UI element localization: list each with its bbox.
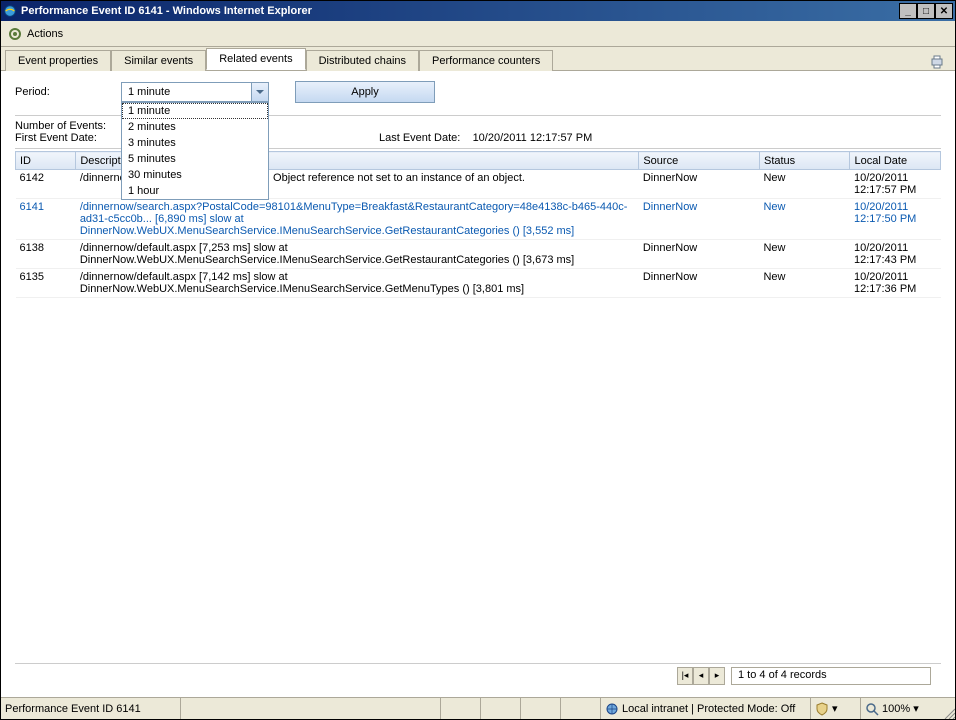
chevron-down-icon [256, 90, 264, 94]
status-cell [441, 698, 481, 719]
period-dropdown-list: 1 minute 2 minutes 3 minutes 5 minutes 3… [121, 102, 269, 200]
internet-zone-icon [605, 702, 619, 716]
period-option[interactable]: 5 minutes [122, 151, 268, 167]
cell-source: DinnerNow [639, 199, 760, 240]
cell-status: New [759, 240, 849, 269]
period-option[interactable]: 1 hour [122, 183, 268, 199]
cell-description: /dinnernow/default.aspx [7,142 ms] slow … [76, 269, 639, 298]
cell-source: DinnerNow [639, 240, 760, 269]
content-area: Event properties Similar events Related … [1, 47, 955, 697]
pager-first-button[interactable]: |◂ [677, 667, 693, 685]
period-select[interactable]: 1 minute 1 minute 2 minutes 3 minutes 5 … [121, 82, 269, 102]
period-selected-value: 1 minute [122, 86, 251, 98]
cell-status: New [759, 170, 849, 199]
status-cell [521, 698, 561, 719]
related-events-panel: Period: 1 minute 1 minute 2 minutes 3 mi… [1, 71, 955, 697]
tab-related-events[interactable]: Related events [206, 48, 305, 70]
cell-date: 10/20/2011 12:17:50 PM [850, 199, 941, 240]
cell-status: New [759, 199, 849, 240]
maximize-button[interactable]: □ [917, 3, 935, 19]
status-zone-text: Local intranet | Protected Mode: Off [622, 703, 795, 715]
cell-description: /dinnernow/search.aspx?PostalCode=98101&… [76, 199, 639, 240]
last-event-date: 10/20/2011 12:17:57 PM [473, 132, 593, 144]
window-title: Performance Event ID 6141 - Windows Inte… [21, 5, 899, 17]
status-security[interactable]: ▾ [811, 698, 861, 719]
cell-id: 6142 [16, 170, 76, 199]
cell-source: DinnerNow [639, 269, 760, 298]
cell-date: 10/20/2011 12:17:57 PM [850, 170, 941, 199]
table-row[interactable]: 6141/dinnernow/search.aspx?PostalCode=98… [16, 199, 941, 240]
ie-icon [3, 4, 17, 18]
cell-source: DinnerNow [639, 170, 760, 199]
col-header-source[interactable]: Source [639, 152, 760, 170]
cell-date: 10/20/2011 12:17:36 PM [850, 269, 941, 298]
tab-performance-counters[interactable]: Performance counters [419, 50, 553, 71]
cell-description: /dinnernow/default.aspx [7,253 ms] slow … [76, 240, 639, 269]
tab-similar-events[interactable]: Similar events [111, 50, 206, 71]
print-icon[interactable] [929, 54, 945, 70]
actions-toolbar: Actions [1, 21, 955, 47]
minimize-button[interactable]: _ [899, 3, 917, 19]
status-zone: Local intranet | Protected Mode: Off [601, 698, 811, 719]
zoom-icon [865, 702, 879, 716]
period-option[interactable]: 3 minutes [122, 135, 268, 151]
cell-date: 10/20/2011 12:17:43 PM [850, 240, 941, 269]
num-events-label: Number of Events: [15, 120, 133, 132]
period-label: Period: [15, 86, 115, 98]
dropdown-arrow[interactable] [251, 83, 268, 101]
cell-id: 6141 [16, 199, 76, 240]
tabs: Event properties Similar events Related … [1, 47, 955, 71]
cell-id: 6135 [16, 269, 76, 298]
tab-distributed-chains[interactable]: Distributed chains [306, 50, 419, 71]
close-button[interactable]: ✕ [935, 3, 953, 19]
gear-icon [7, 26, 23, 42]
status-cell [481, 698, 521, 719]
first-event-label: First Event Date: [15, 132, 133, 144]
status-zoom-text: 100% [882, 703, 910, 715]
cell-status: New [759, 269, 849, 298]
apply-button[interactable]: Apply [295, 81, 435, 103]
col-header-status[interactable]: Status [759, 152, 849, 170]
period-display[interactable]: 1 minute [121, 82, 269, 102]
status-page: Performance Event ID 6141 [1, 698, 181, 719]
pager: |◂ ◂ ▸ 1 to 4 of 4 records [15, 663, 941, 687]
pager-prev-button[interactable]: ◂ [693, 667, 709, 685]
last-event-label: Last Event Date: [379, 132, 460, 144]
filter-row: Period: 1 minute 1 minute 2 minutes 3 mi… [15, 81, 941, 103]
statusbar: Performance Event ID 6141 Local intranet… [1, 697, 955, 719]
pager-next-button[interactable]: ▸ [709, 667, 725, 685]
tab-event-properties[interactable]: Event properties [5, 50, 111, 71]
table-row[interactable]: 6138/dinnernow/default.aspx [7,253 ms] s… [16, 240, 941, 269]
table-row[interactable]: 6135/dinnernow/default.aspx [7,142 ms] s… [16, 269, 941, 298]
status-spacer [181, 698, 441, 719]
shield-icon [815, 702, 829, 716]
resize-grip[interactable] [941, 698, 955, 719]
window-titlebar: Performance Event ID 6141 - Windows Inte… [1, 1, 955, 21]
status-zoom[interactable]: 100% ▾ [861, 698, 941, 719]
col-header-id[interactable]: ID [16, 152, 76, 170]
actions-label[interactable]: Actions [27, 28, 63, 40]
status-cell [561, 698, 601, 719]
period-option[interactable]: 1 minute [122, 103, 268, 119]
period-option[interactable]: 30 minutes [122, 167, 268, 183]
col-header-local-date[interactable]: Local Date [850, 152, 941, 170]
events-grid: ID Description Source Status Local Date … [15, 151, 941, 663]
period-option[interactable]: 2 minutes [122, 119, 268, 135]
cell-id: 6138 [16, 240, 76, 269]
pager-records: 1 to 4 of 4 records [731, 667, 931, 685]
